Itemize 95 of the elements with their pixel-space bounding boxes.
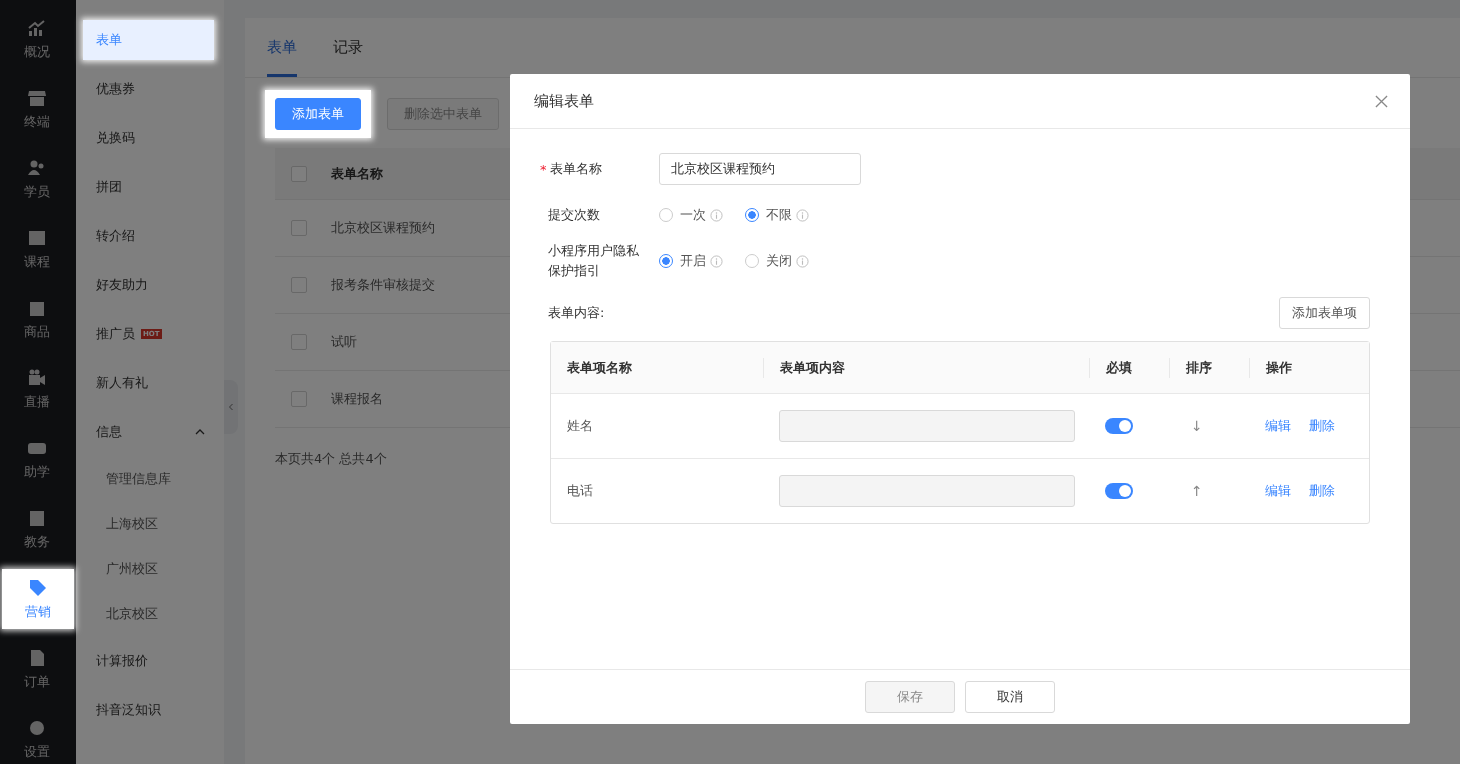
rail-label: 直播 [24,392,50,411]
radio-label: 一次 [680,206,706,224]
submenu-item[interactable]: 好友助力 [76,265,224,305]
rail-item[interactable]: 设置 [0,704,74,764]
submenu-item[interactable]: 兑换码 [76,118,224,158]
radio-button[interactable] [659,254,673,268]
rail-item[interactable]: 教务 [0,494,74,564]
submenu-item[interactable]: 转介绍 [76,216,224,256]
column-header: 必填 [1089,357,1169,378]
column-header: 表单项内容 [763,357,1089,378]
rail-item[interactable]: 课程 [0,214,74,284]
required-mark: * [540,161,547,177]
submenu-item[interactable]: 上海校区 [76,506,224,542]
modal-title: 编辑表单 [534,91,594,111]
close-icon[interactable] [1375,94,1388,108]
info-icon[interactable] [796,208,809,222]
toggle-switch[interactable] [1105,418,1133,434]
field-label: 提交次数 [547,206,601,224]
info-icon[interactable] [796,254,809,268]
submenu-label: 好友助力 [96,276,148,294]
toolbar-button[interactable]: 添加表单 [275,98,361,130]
submenu-label: 新人有礼 [96,374,148,392]
rail-label: 概况 [24,42,50,61]
submenu-item[interactable]: 北京校区 [76,596,224,632]
column-header: 表单名称 [331,164,383,183]
submenu-label: 信息 [96,423,122,441]
submenu-label: 兑换码 [96,129,135,147]
dialog-button[interactable]: 取消 [965,681,1055,713]
table-cell: 北京校区课程预约 [331,219,435,237]
table-cell: 试听 [331,333,357,351]
info-icon[interactable] [710,254,723,268]
rail-item[interactable]: 助学 [0,424,74,494]
rail-label: 终端 [24,112,50,131]
rail-item[interactable]: 订单 [0,634,74,704]
collapse-handle[interactable] [224,380,238,434]
submenu-item[interactable]: 抖音泛知识 [76,690,224,730]
rail-label: 课程 [24,252,50,271]
column-header: 排序 [1169,357,1249,378]
rail-label: 商品 [24,322,50,341]
table-cell-text: 姓名 [566,417,594,435]
submenu-item[interactable]: 管理信息库 [76,461,224,497]
rail-item[interactable]: 终端 [0,74,74,144]
radio-button[interactable] [745,208,759,222]
rail-item[interactable]: 概况 [0,4,74,74]
sort-arrow[interactable]: ↓ [1191,418,1203,434]
action-link[interactable]: 删除 [1309,417,1335,435]
submenu-item[interactable]: 优惠券 [76,69,224,109]
submenu-label: 计算报价 [96,652,148,670]
table-cell: 课程报名 [331,390,383,408]
rail-label: 学员 [24,182,50,201]
rail-item[interactable]: 营销 [2,569,74,629]
submenu-label: 优惠券 [96,80,135,98]
info-icon[interactable] [710,208,723,222]
submenu-label: 推广员 [96,325,135,343]
table-cell: 报考条件审核提交 [331,276,435,294]
submenu-label: 转介绍 [96,227,135,245]
field-label: 小程序用户隐私保护指引 [547,242,640,280]
rail-label: 助学 [24,462,50,481]
pagination-summary: 本页共4个 总共4个 [275,450,388,468]
rail-label: 营销 [25,602,51,621]
rail-item[interactable]: 学员 [0,144,74,214]
tag-icon [28,577,48,598]
radio-label: 关闭 [766,252,792,270]
field-label: 表单名称 [549,160,602,178]
submenu-label: 拼团 [96,178,122,196]
section-label: 表单内容: [548,304,605,322]
rail-label: 教务 [24,532,50,551]
action-link[interactable]: 删除 [1309,482,1335,500]
submenu-item[interactable]: 表单 [83,20,214,60]
rail-item[interactable]: 直播 [0,354,74,424]
tab[interactable]: 表单 [267,18,297,77]
video-camera-icon [27,367,47,388]
submenu-item[interactable]: 广州校区 [76,551,224,587]
form-name-input[interactable]: 北京校区课程预约 [659,153,861,185]
submenu-item[interactable]: 信息 [76,412,224,452]
radio-label: 开启 [680,252,706,270]
add-item-button[interactable]: 添加表单项 [1279,297,1370,329]
radio-label: 不限 [766,206,792,224]
toggle-switch[interactable] [1105,483,1133,499]
action-link[interactable]: 编辑 [1265,482,1291,500]
submenu-item[interactable]: 拼团 [76,167,224,207]
rail-item[interactable]: 商品 [0,284,74,354]
rail-label: 订单 [24,672,50,691]
submenu-label: 表单 [96,31,122,49]
table-cell-text: 电话 [566,482,594,500]
submenu-item[interactable]: 计算报价 [76,641,224,681]
submenu-item[interactable]: 新人有礼 [76,363,224,403]
chart-icon [27,17,47,38]
action-link[interactable]: 编辑 [1265,417,1291,435]
column-header: 表单项名称 [566,358,633,377]
submenu-label: 抖音泛知识 [96,701,161,719]
column-header: 操作 [1249,357,1369,378]
rail-label: 设置 [24,742,50,761]
tab[interactable]: 记录 [333,18,363,77]
sort-arrow[interactable]: ↑ [1191,483,1203,499]
